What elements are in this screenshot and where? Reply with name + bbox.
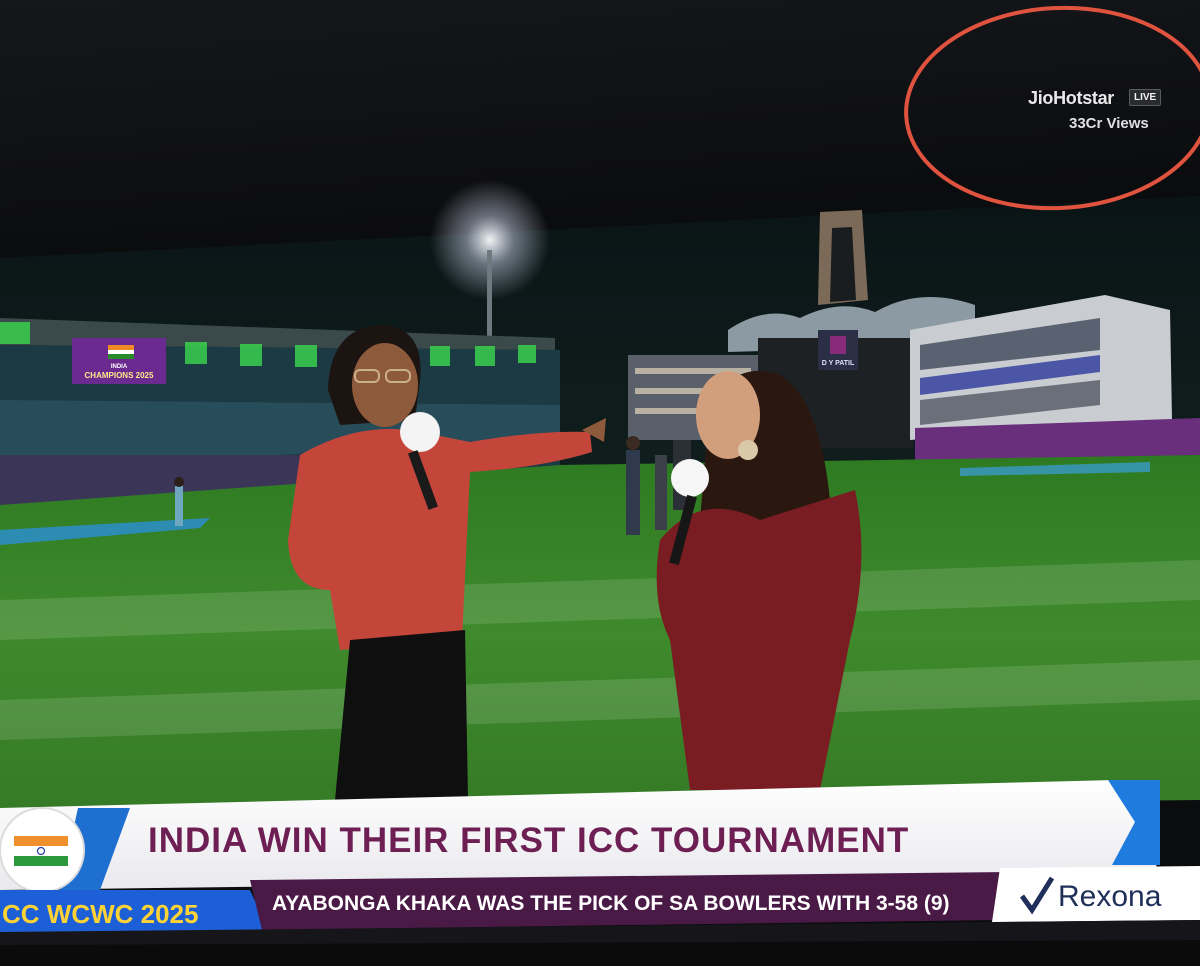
ticker-subline: AYABONGA KHAKA WAS THE PICK OF SA BOWLER…	[272, 892, 950, 915]
sponsor-logo-text: Rexona	[1058, 880, 1162, 913]
ticker-headline: INDIA WIN THEIR FIRST ICC TOURNAMENT	[148, 821, 910, 860]
big-screen-line1: INDIA	[111, 364, 128, 370]
stand-sign-text: D Y PATIL	[822, 360, 855, 367]
jiohotstar-brand: JioHotstar	[1028, 88, 1115, 108]
live-badge: LIVE	[1129, 89, 1162, 106]
view-count: 33Cr Views	[1069, 115, 1149, 132]
big-screen-line2: CHAMPIONS 2025	[85, 371, 154, 380]
microphone-left	[400, 412, 440, 452]
event-label: CC WCWC 2025	[2, 899, 199, 929]
presenter-left-face	[352, 343, 418, 427]
floodlight-pole	[487, 250, 492, 345]
microphone-right	[671, 459, 709, 497]
